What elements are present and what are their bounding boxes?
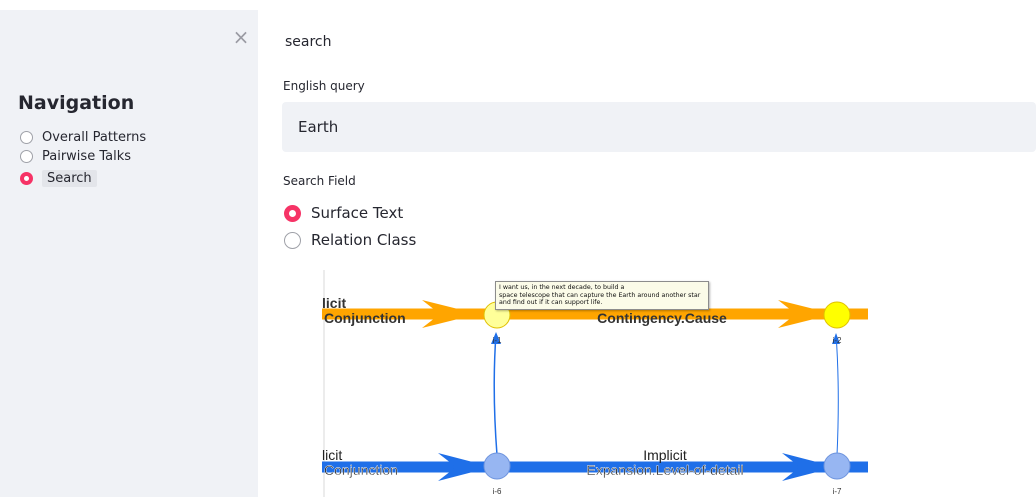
search-field-option-surface-text[interactable]: Surface Text xyxy=(284,202,403,224)
node-i-6[interactable] xyxy=(483,452,511,480)
node-i-7-label: i-7 xyxy=(833,487,842,496)
search-field-option-label: Relation Class xyxy=(311,231,417,249)
bottom-middle-label-line1: Implicit xyxy=(643,447,687,463)
top-left-label-line2: Conjunction xyxy=(324,310,406,326)
query-input[interactable]: Earth xyxy=(282,102,1036,152)
node-i-2-label: i-2 xyxy=(833,336,842,345)
close-sidebar-icon[interactable]: × xyxy=(232,27,250,47)
page-title: search xyxy=(285,34,332,50)
radio-selected-icon[interactable] xyxy=(284,204,301,222)
search-field-label: Search Field xyxy=(283,174,356,188)
radio-selected-icon[interactable] xyxy=(20,171,33,185)
nav-option-pairwise-talks[interactable]: Pairwise Talks xyxy=(20,146,131,166)
radio-unselected-icon[interactable] xyxy=(20,149,33,163)
node-i-7[interactable] xyxy=(823,452,851,480)
sidebar: × Navigation Overall Patterns Pairwise T… xyxy=(0,10,258,497)
node-i-6-label: i-6 xyxy=(493,487,502,496)
navigation-title: Navigation xyxy=(18,92,135,114)
bottom-middle-label-line2: Expansion.Level-of-detail xyxy=(586,462,743,478)
node-i-2[interactable] xyxy=(823,301,851,329)
tooltip-line: and find out if it can support life. xyxy=(499,299,603,306)
query-input-value: Earth xyxy=(298,118,339,136)
search-field-option-label: Surface Text xyxy=(311,204,404,222)
bottom-left-label-line1: licit xyxy=(322,447,342,463)
node-tooltip: I want us, in the next decade, to build … xyxy=(495,281,709,310)
nav-option-search[interactable]: Search xyxy=(20,168,97,188)
nav-option-label: Pairwise Talks xyxy=(42,148,131,164)
tooltip-line: space telescope that can capture the Ear… xyxy=(499,291,701,299)
tooltip-line: I want us, in the next decade, to build … xyxy=(499,284,625,291)
top-left-label-line1: licit xyxy=(322,295,346,311)
connector-i7-i2[interactable] xyxy=(835,333,839,456)
nav-option-overall-patterns[interactable]: Overall Patterns xyxy=(20,127,146,147)
radio-unselected-icon[interactable] xyxy=(284,231,301,249)
node-i-1-label: i-1 xyxy=(493,336,502,345)
top-middle-label: Contingency.Cause xyxy=(597,310,727,326)
nav-option-label: Search xyxy=(42,169,97,187)
bottom-left-label-line2: Conjunction xyxy=(324,462,398,478)
nav-option-label: Overall Patterns xyxy=(42,129,147,145)
query-label: English query xyxy=(283,79,365,93)
connector-i6-i1[interactable] xyxy=(493,333,498,456)
search-field-option-relation-class[interactable]: Relation Class xyxy=(284,229,416,251)
radio-unselected-icon[interactable] xyxy=(20,130,33,144)
